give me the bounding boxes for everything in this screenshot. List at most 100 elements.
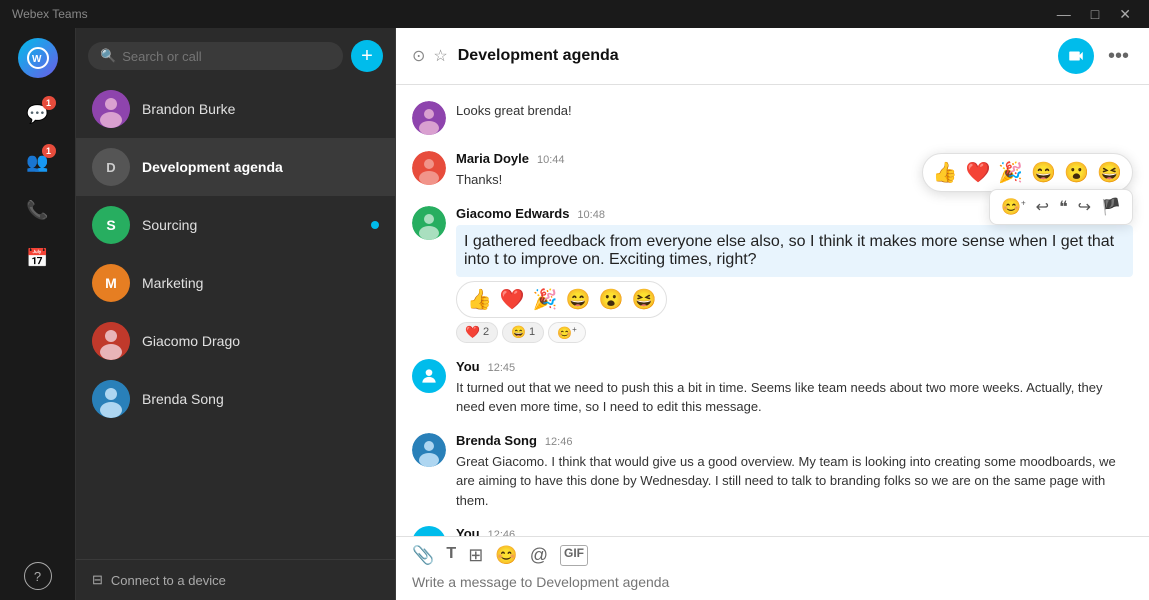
flag-icon[interactable]: 🏴	[1098, 194, 1124, 220]
mention-icon[interactable]: @	[530, 545, 548, 566]
contact-name: Development agenda	[142, 159, 379, 175]
attach-icon[interactable]: 📎	[412, 545, 434, 566]
compose-bar: 📎 T ⊞ 😊 @ GIF	[396, 536, 1149, 600]
emoji-thumbsup[interactable]: 👍	[931, 158, 960, 187]
apps-icon[interactable]: ⊞	[468, 545, 483, 566]
app-logo: W	[18, 38, 58, 78]
forward-icon[interactable]: ↪	[1075, 194, 1094, 220]
sidebar-header: 🔍 +	[76, 28, 395, 80]
message-content: You 12:45 It turned out that we need to …	[456, 359, 1133, 417]
icon-bar: W 💬 1 👥 1 📞 📅 ?	[0, 28, 76, 600]
emoji-wow[interactable]: 😮	[597, 285, 626, 314]
emoji-wow[interactable]: 😮	[1062, 158, 1091, 187]
emoji-laugh[interactable]: 😆	[1095, 158, 1124, 187]
svg-text:W: W	[32, 54, 42, 65]
sender-name: You	[456, 359, 480, 374]
message-time: 10:44	[537, 154, 565, 166]
connect-device-button[interactable]: ⊟ Connect to a device	[76, 559, 395, 600]
contact-list: Brandon Burke D Development agenda S Sou…	[76, 80, 395, 559]
window-controls[interactable]: — □ ✕	[1051, 4, 1137, 25]
emoji-thumbsup[interactable]: 👍	[465, 285, 494, 314]
emoji-party[interactable]: 🎉	[531, 285, 560, 314]
emoji-mini-bar[interactable]: 👍 ❤️ 🎉 😄 😮 😆	[456, 281, 667, 318]
avatar-letter: M	[105, 275, 117, 291]
gif-icon[interactable]: GIF	[560, 545, 588, 566]
header-left-icons: ⊙ ☆	[412, 46, 448, 66]
avatar	[412, 433, 446, 467]
calendar-nav-icon[interactable]: 📅	[18, 238, 58, 278]
messages-nav-icon[interactable]: 💬 1	[18, 94, 58, 134]
sidebar-item-brenda-song[interactable]: Brenda Song	[76, 370, 395, 428]
calendar-icon: 📅	[26, 248, 48, 269]
emoji-action-bar[interactable]: 😊+ ↩ ❝ ↪ 🏴	[989, 189, 1133, 225]
compose-input[interactable]	[412, 574, 1133, 590]
sidebar-item-sourcing[interactable]: S Sourcing	[76, 196, 395, 254]
quote-icon[interactable]: ❝	[1056, 194, 1071, 220]
avatar: S	[92, 206, 130, 244]
clock-icon[interactable]: ⊙	[412, 46, 425, 66]
close-button[interactable]: ✕	[1113, 4, 1137, 25]
maximize-button[interactable]: □	[1085, 4, 1105, 25]
message-content: Brenda Song 12:46 Great Giacomo. I think…	[456, 433, 1133, 511]
reaction-smile[interactable]: 😄 1	[502, 322, 544, 343]
message-time: 12:46	[488, 529, 516, 536]
avatar	[92, 90, 130, 128]
reply-icon[interactable]: ↩	[1033, 194, 1052, 220]
emoji-heart[interactable]: ❤️	[498, 285, 527, 314]
add-reaction-button[interactable]: 😊+	[548, 322, 586, 343]
search-input[interactable]	[122, 49, 331, 64]
table-row: Looks great brenda!	[412, 101, 1133, 135]
message-time: 10:48	[577, 209, 605, 221]
calls-nav-icon[interactable]: 📞	[18, 190, 58, 230]
message-content: You 12:46	[456, 526, 1133, 536]
sidebar-item-giacomo-drago[interactable]: Giacomo Drago	[76, 312, 395, 370]
emoji-party[interactable]: 🎉	[996, 158, 1025, 187]
reaction-heart[interactable]: ❤️ 2	[456, 322, 498, 343]
message-time: 12:45	[488, 362, 516, 374]
message-text: Great Giacomo. I think that would give u…	[456, 452, 1133, 511]
sidebar: 🔍 + Brandon Burke D Development agenda	[76, 28, 396, 600]
avatar-letter: S	[106, 217, 115, 233]
message-meta: Brenda Song 12:46	[456, 433, 1133, 448]
emoji-picker-icon[interactable]: 😊	[495, 545, 517, 566]
table-row: You 12:45 It turned out that we need to …	[412, 359, 1133, 417]
search-bar[interactable]: 🔍	[88, 42, 343, 70]
sender-name: You	[456, 526, 480, 536]
emoji-heart[interactable]: ❤️	[963, 158, 992, 187]
emoji-smile[interactable]: 😄	[1029, 158, 1058, 187]
avatar-letter: D	[106, 160, 115, 175]
add-reaction-icon[interactable]: 😊+	[998, 194, 1029, 220]
emoji-laugh[interactable]: 😆	[630, 285, 659, 314]
avatar	[92, 322, 130, 360]
avatar	[412, 526, 446, 536]
avatar	[412, 359, 446, 393]
calls-icon: 📞	[26, 200, 48, 221]
help-button[interactable]: ?	[24, 562, 52, 590]
table-row: You 12:46	[412, 526, 1133, 536]
message-time: 12:46	[545, 436, 573, 448]
sidebar-item-development-agenda[interactable]: D Development agenda	[76, 138, 395, 196]
table-row: Brenda Song 12:46 Great Giacomo. I think…	[412, 433, 1133, 511]
emoji-quick-bar[interactable]: 👍 ❤️ 🎉 😄 😮 😆	[922, 153, 1133, 192]
avatar	[412, 101, 446, 135]
teams-nav-icon[interactable]: 👥 1	[18, 142, 58, 182]
messages-badge: 1	[42, 96, 56, 110]
add-button[interactable]: +	[351, 40, 383, 72]
video-call-button[interactable]	[1058, 38, 1094, 74]
message-content: Looks great brenda!	[456, 101, 1133, 121]
avatar: M	[92, 264, 130, 302]
sender-name: Brenda Song	[456, 433, 537, 448]
text-format-icon[interactable]: T	[446, 545, 456, 566]
more-options-button[interactable]: •••	[1104, 41, 1133, 72]
sidebar-item-brandon-burke[interactable]: Brandon Burke	[76, 80, 395, 138]
sidebar-item-marketing[interactable]: M Marketing	[76, 254, 395, 312]
emoji-smile[interactable]: 😄	[564, 285, 593, 314]
connect-device-icon: ⊟	[92, 572, 103, 588]
star-icon[interactable]: ☆	[433, 46, 447, 66]
avatar	[412, 206, 446, 240]
message-text: I gathered feedback from everyone else a…	[456, 225, 1133, 277]
message-text: Looks great brenda!	[456, 101, 1133, 121]
contact-name: Sourcing	[142, 217, 359, 233]
minimize-button[interactable]: —	[1051, 4, 1077, 25]
contact-name: Marketing	[142, 275, 379, 291]
